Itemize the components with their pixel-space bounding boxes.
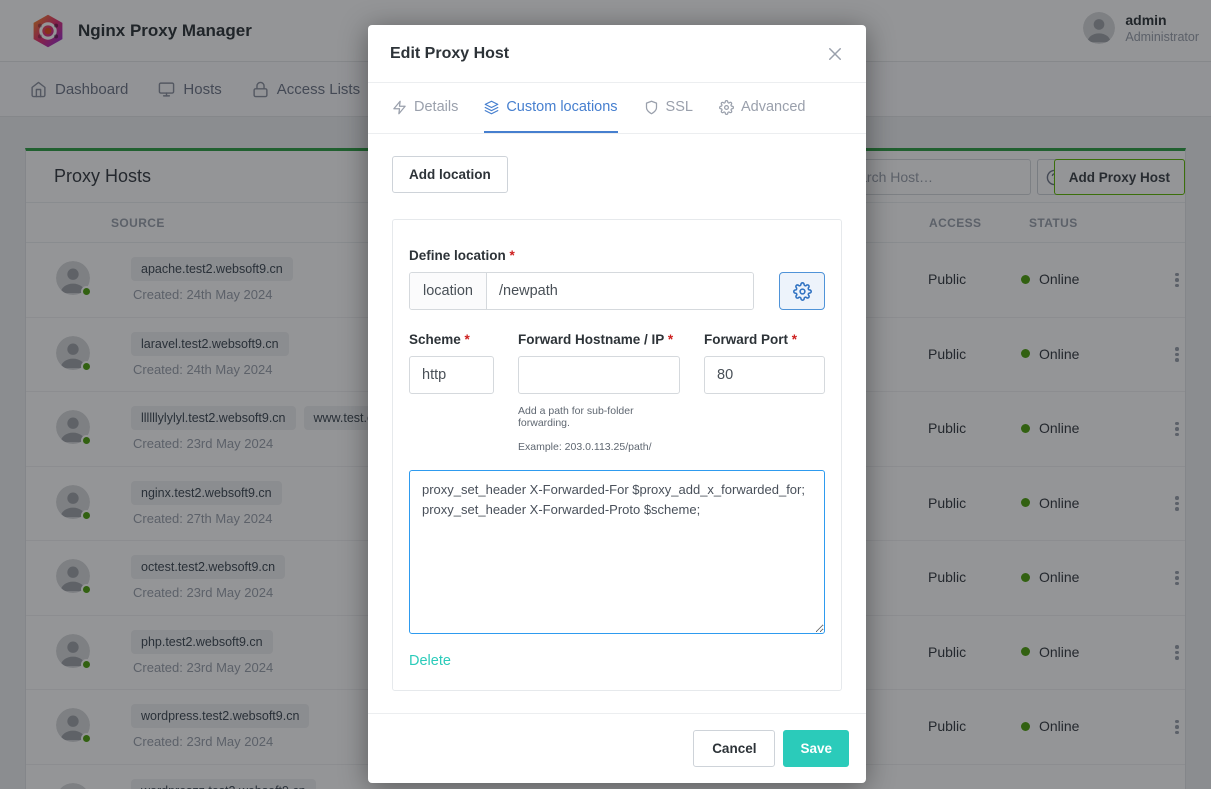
modal-header: Edit Proxy Host [368,25,866,83]
tab-label: Advanced [741,99,806,115]
location-card: Define location * location [392,219,842,691]
tab-ssl[interactable]: SSL [644,83,693,133]
tab-label: Custom locations [506,99,617,115]
close-icon[interactable] [826,45,844,63]
scheme-label: Scheme * [409,332,494,347]
forward-port-label: Forward Port * [704,332,825,347]
location-prefix: location [410,273,487,309]
forward-hostname-label: Forward Hostname / IP * [518,332,680,347]
tab-label: Details [414,99,458,115]
define-location-label: Define location * [409,248,825,263]
forward-hostname-input[interactable] [518,356,680,394]
location-path-input[interactable] [487,273,753,309]
required-marker: * [510,248,515,263]
zap-icon [392,100,407,115]
modal-footer: Cancel Save [368,713,866,783]
scheme-input[interactable] [409,356,494,394]
edit-proxy-host-modal: Edit Proxy Host Details Custom locations S… [368,25,866,783]
tab-label: SSL [666,99,693,115]
location-settings-button[interactable] [779,272,825,310]
tab-advanced[interactable]: Advanced [719,83,806,133]
forward-port-input[interactable] [704,356,825,394]
tab-details[interactable]: Details [392,83,458,133]
location-input-group: location [409,272,754,310]
shield-icon [644,100,659,115]
modal-tab-bar: Details Custom locations SSL Advanced [368,83,866,134]
hostname-example-text: Example: 203.0.113.25/path/ [518,441,680,453]
gear-icon [719,100,734,115]
gear-icon [793,282,812,301]
custom-config-textarea[interactable]: proxy_set_header X-Forwarded-For $proxy_… [409,470,825,634]
hostname-help-text: Add a path for sub-folder forwarding. [518,405,680,429]
delete-location-link[interactable]: Delete [409,653,451,669]
cancel-button[interactable]: Cancel [693,730,775,767]
modal-body: Add location Define location * location [368,134,866,713]
add-location-button[interactable]: Add location [392,156,508,193]
tab-custom-locations[interactable]: Custom locations [484,83,617,133]
layers-icon [484,100,499,115]
app-window: Nginx Proxy Manager admin Administrator … [0,0,1211,789]
save-button[interactable]: Save [783,730,849,767]
modal-title: Edit Proxy Host [390,45,509,63]
